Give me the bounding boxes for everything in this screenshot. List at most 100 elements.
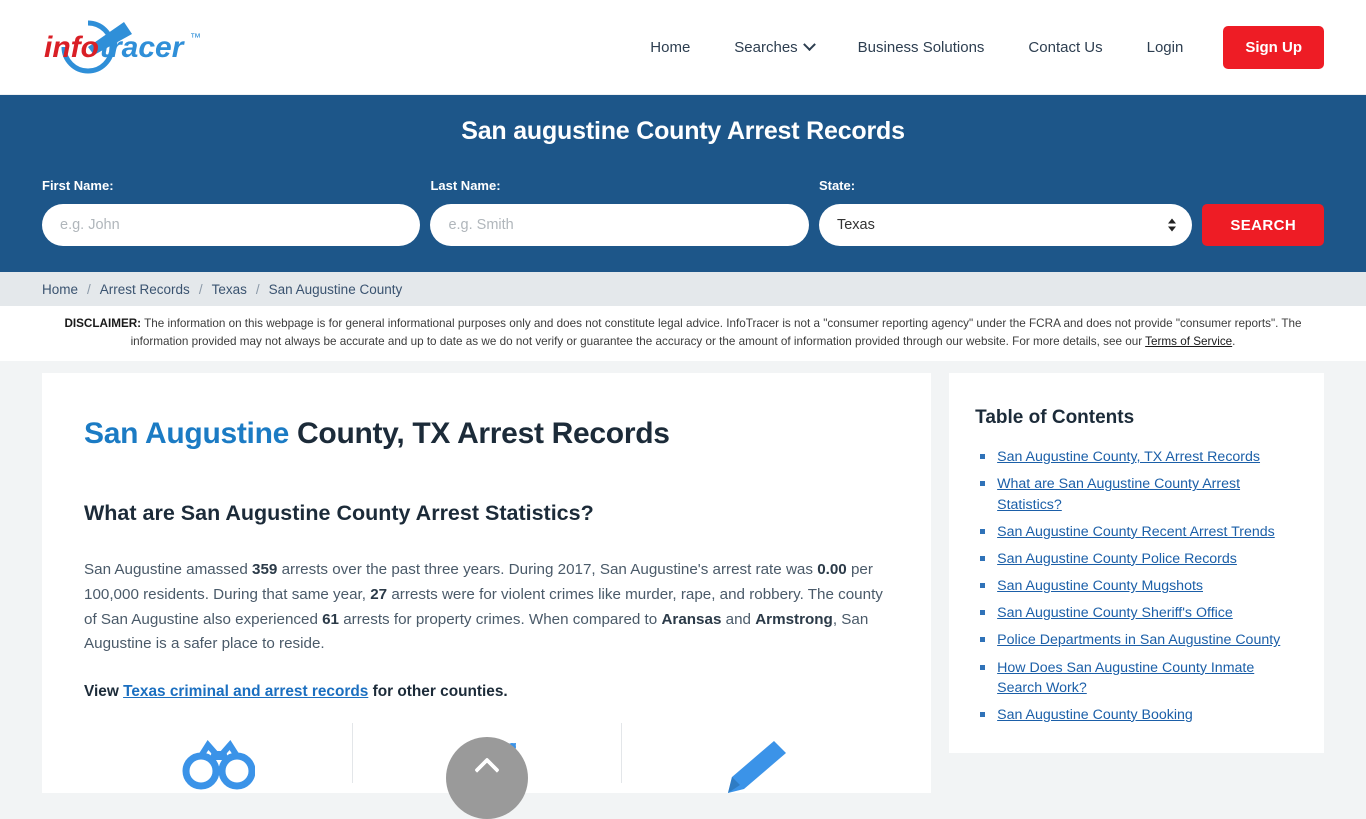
nav-label-searches: Searches: [734, 38, 798, 56]
state-field-group: State: Texas: [818, 178, 1193, 246]
breadcrumb-item-arrest-records[interactable]: Arrest Records: [100, 282, 190, 297]
sign-up-button[interactable]: Sign Up: [1223, 25, 1324, 69]
toc-link[interactable]: San Augustine County Booking: [997, 705, 1193, 725]
handcuffs-icon: [182, 739, 256, 790]
toc-link[interactable]: San Augustine County Recent Arrest Trend…: [997, 522, 1275, 542]
nav-item-business-solutions[interactable]: Business Solutions: [836, 29, 1007, 66]
svg-text:info: info: [44, 31, 99, 64]
infotracer-logo[interactable]: info tracer ™: [44, 17, 212, 77]
bullet-icon: [980, 583, 986, 589]
disclaimer-text: The information on this webpage is for g…: [130, 317, 1302, 349]
list-item: San Augustine County Police Records: [975, 549, 1298, 569]
page-body: San Augustine County, TX Arrest Records …: [0, 361, 1366, 819]
nav-item-home[interactable]: Home: [628, 29, 712, 66]
svg-text:tracer: tracer: [100, 31, 186, 64]
texas-records-link[interactable]: Texas criminal and arrest records: [123, 683, 368, 700]
bullet-icon: [980, 664, 986, 670]
list-item: How Does San Augustine County Inmate Sea…: [975, 658, 1298, 698]
list-item: What are San Augustine County Arrest Sta…: [975, 474, 1298, 514]
stat-violent-crime-arrests: 27: [370, 585, 388, 603]
toc-link[interactable]: San Augustine County Police Records: [997, 549, 1237, 569]
toc-title: Table of Contents: [975, 407, 1135, 429]
list-item: San Augustine County Recent Arrest Trend…: [975, 522, 1298, 542]
disclaimer-period: .: [1232, 335, 1236, 349]
list-item: Police Departments in San Augustine Coun…: [975, 630, 1298, 650]
last-name-input[interactable]: [430, 204, 809, 246]
hero-title: San augustine County Arrest Records: [461, 117, 905, 145]
para-text: arrests over the past three years. Durin…: [277, 561, 818, 579]
view-other-counties-line: View Texas criminal and arrest records f…: [84, 683, 889, 701]
breadcrumb: Home / Arrest Records / Texas / San Augu…: [0, 272, 1366, 306]
pen-icon: [727, 740, 786, 793]
first-name-input[interactable]: [42, 204, 421, 246]
toc-link[interactable]: San Augustine County Sheriff's Office: [997, 603, 1233, 623]
stat-icon-cell: [84, 723, 352, 793]
disclaimer-label: DISCLAIMER:: [64, 317, 142, 330]
bullet-icon: [980, 481, 986, 487]
chevron-up-icon: [473, 757, 500, 783]
list-item: San Augustine County Sheriff's Office: [975, 603, 1298, 623]
search-form: First Name: Last Name: State: Texas SEAR…: [42, 178, 1324, 246]
main-navigation: Home Searches Business Solutions Contact…: [628, 25, 1324, 69]
nav-label-login: Login: [1146, 38, 1184, 56]
search-button[interactable]: SEARCH: [1202, 204, 1324, 246]
toc-link[interactable]: San Augustine County, TX Arrest Records: [997, 447, 1260, 467]
hero-search-section: San augustine County Arrest Records Firs…: [0, 95, 1366, 272]
bullet-icon: [980, 711, 986, 717]
view-prefix: View: [84, 682, 124, 700]
breadcrumb-item-texas[interactable]: Texas: [212, 282, 247, 297]
nav-label-contact-us: Contact Us: [1028, 38, 1103, 56]
terms-of-service-link[interactable]: Terms of Service: [1145, 335, 1232, 348]
para-text: and: [721, 610, 756, 628]
infotracer-logo-icon: info tracer ™: [44, 20, 201, 74]
page-title-rest: County, TX Arrest Records: [289, 417, 670, 451]
compare-county-1: Aransas: [661, 610, 722, 628]
svg-text:™: ™: [190, 32, 201, 44]
list-item: San Augustine County Mugshots: [975, 576, 1298, 596]
list-item: San Augustine County, TX Arrest Records: [975, 447, 1298, 467]
toc-list: San Augustine County, TX Arrest Records …: [975, 447, 1298, 725]
arrest-statistics-paragraph: San Augustine amassed 359 arrests over t…: [84, 558, 884, 657]
list-item: San Augustine County Booking: [975, 705, 1298, 725]
bullet-icon: [980, 610, 986, 616]
section-heading-arrest-statistics: What are San Augustine County Arrest Sta…: [84, 501, 594, 526]
bullet-icon: [980, 637, 986, 643]
stat-icon-cell: [620, 722, 889, 793]
first-name-field-group: First Name:: [42, 178, 421, 246]
toc-link[interactable]: How Does San Augustine County Inmate Sea…: [997, 658, 1298, 698]
toc-link[interactable]: Police Departments in San Augustine Coun…: [997, 630, 1280, 650]
stat-property-crime-arrests: 61: [322, 610, 340, 628]
toc-link[interactable]: What are San Augustine County Arrest Sta…: [997, 474, 1298, 514]
bullet-icon: [980, 454, 986, 460]
stat-total-arrests: 359: [252, 561, 278, 579]
bullet-icon: [980, 528, 986, 534]
breadcrumb-separator: /: [87, 281, 91, 297]
main-content-card: San Augustine County, TX Arrest Records …: [42, 373, 932, 819]
last-name-field-group: Last Name:: [430, 178, 809, 246]
page-title: San Augustine County, TX Arrest Records: [84, 417, 889, 451]
last-name-label: Last Name:: [430, 178, 501, 193]
view-suffix: for other counties.: [368, 682, 508, 700]
table-of-contents-card: Table of Contents San Augustine County, …: [949, 373, 1324, 754]
breadcrumb-item-current: San Augustine County: [268, 281, 403, 297]
para-text: San Augustine amassed: [84, 561, 253, 579]
breadcrumb-item-home[interactable]: Home: [42, 282, 78, 297]
page-title-highlight: San Augustine: [84, 417, 290, 451]
nav-item-login[interactable]: Login: [1125, 29, 1206, 66]
stat-arrest-rate: 0.00: [817, 561, 847, 579]
disclaimer-banner: DISCLAIMER: The information on this webp…: [0, 306, 1366, 362]
state-select[interactable]: Texas: [818, 204, 1193, 246]
state-select-wrapper: Texas: [818, 204, 1193, 246]
nav-item-contact-us[interactable]: Contact Us: [1006, 29, 1124, 66]
nav-label-business-solutions: Business Solutions: [857, 38, 985, 56]
toc-link[interactable]: San Augustine County Mugshots: [997, 576, 1203, 596]
nav-label-home: Home: [650, 38, 691, 56]
scroll-to-top-button[interactable]: [445, 736, 528, 819]
compare-county-2: Armstrong: [755, 610, 833, 628]
para-text: arrests for property crimes. When compar…: [339, 610, 662, 628]
first-name-label: First Name:: [42, 178, 114, 193]
chevron-down-icon: [802, 37, 816, 51]
breadcrumb-separator: /: [198, 281, 203, 297]
nav-item-searches[interactable]: Searches: [712, 29, 835, 66]
bullet-icon: [980, 555, 986, 561]
